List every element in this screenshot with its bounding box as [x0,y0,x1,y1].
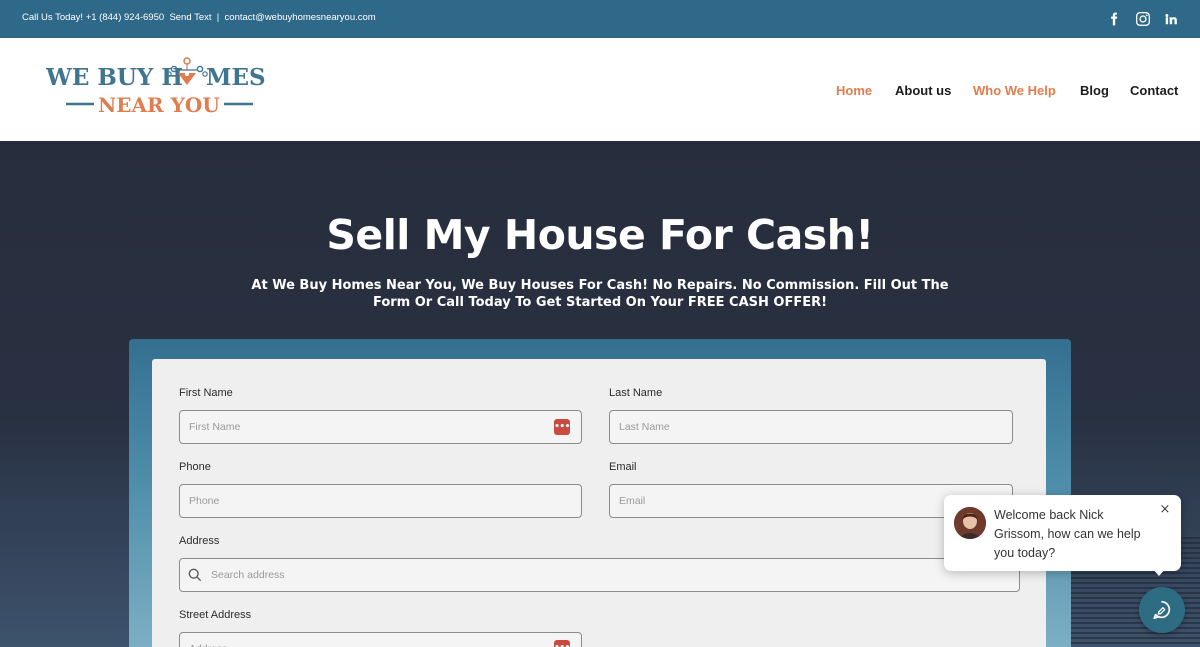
site-logo[interactable]: WE BUY H MES NEAR YOU [45,52,268,128]
logo-text-line2: NEAR YOU [98,93,220,117]
first-name-input[interactable] [179,410,582,444]
cash-offer-form: First Name ••• Last Name Phone Email Add… [152,359,1046,647]
address-label: Address [179,535,220,547]
nav-who-we-help[interactable]: Who We Help [973,83,1056,98]
close-icon[interactable]: × [1158,503,1172,517]
facebook-icon[interactable] [1105,10,1123,28]
call-us-link[interactable]: Call Us Today! +1 (844) 924-6950 [22,12,164,23]
logo-text-part1: WE BUY H [46,64,183,91]
hero-section: Sell My House For Cash! At We Buy Homes … [0,141,1200,647]
hero-subtitle-line1: At We Buy Homes Near You, We Buy Houses … [251,278,949,293]
chat-popup[interactable]: Welcome back Nick Grissom, how can we he… [944,495,1181,571]
contact-info: Call Us Today! +1 (844) 924-6950 Send Te… [22,12,376,23]
address-search-input[interactable] [179,558,1020,592]
chat-popup-pointer [1152,568,1166,576]
instagram-icon[interactable] [1134,10,1152,28]
password-manager-icon[interactable]: ••• [554,419,570,435]
top-bar: Call Us Today! +1 (844) 924-6950 Send Te… [0,0,1200,38]
hero-subtitle: At We Buy Homes Near You, We Buy Houses … [250,277,950,311]
first-name-label: First Name [179,387,233,399]
street-address-input[interactable] [179,632,582,647]
site-header: WE BUY H MES NEAR YOU Home About us Who … [0,38,1200,141]
email-label: Email [609,461,637,473]
page-title: Sell My House For Cash! [326,211,874,259]
chat-icon [1153,600,1171,620]
logo-mark: WE BUY H MES NEAR YOU [45,57,266,117]
linkedin-icon[interactable] [1162,10,1180,28]
nav-blog[interactable]: Blog [1080,83,1109,98]
last-name-label: Last Name [609,387,663,399]
email-link[interactable]: contact@webuyhomesnearyou.com [225,12,376,23]
send-text-link[interactable]: Send Text [169,12,211,23]
nav-contact[interactable]: Contact [1130,83,1178,98]
phone-label: Phone [179,461,211,473]
chat-launcher-button[interactable] [1139,587,1185,633]
nav-home[interactable]: Home [836,83,872,98]
search-icon [188,568,202,582]
street-address-label: Street Address [179,609,252,621]
last-name-input[interactable] [609,410,1013,444]
logo-text-part2: MES [206,64,266,91]
separator: | [216,12,220,23]
phone-input[interactable] [179,484,582,518]
hero-subtitle-line2: Form Or Call Today To Get Started On You… [372,295,828,310]
cash-offer-form-frame: First Name ••• Last Name Phone Email Add… [129,339,1071,647]
password-manager-icon[interactable]: ••• [554,640,570,647]
chat-message: Welcome back Nick Grissom, how can we he… [994,508,1141,560]
agent-avatar [954,507,986,539]
nav-about-us[interactable]: About us [895,83,951,98]
